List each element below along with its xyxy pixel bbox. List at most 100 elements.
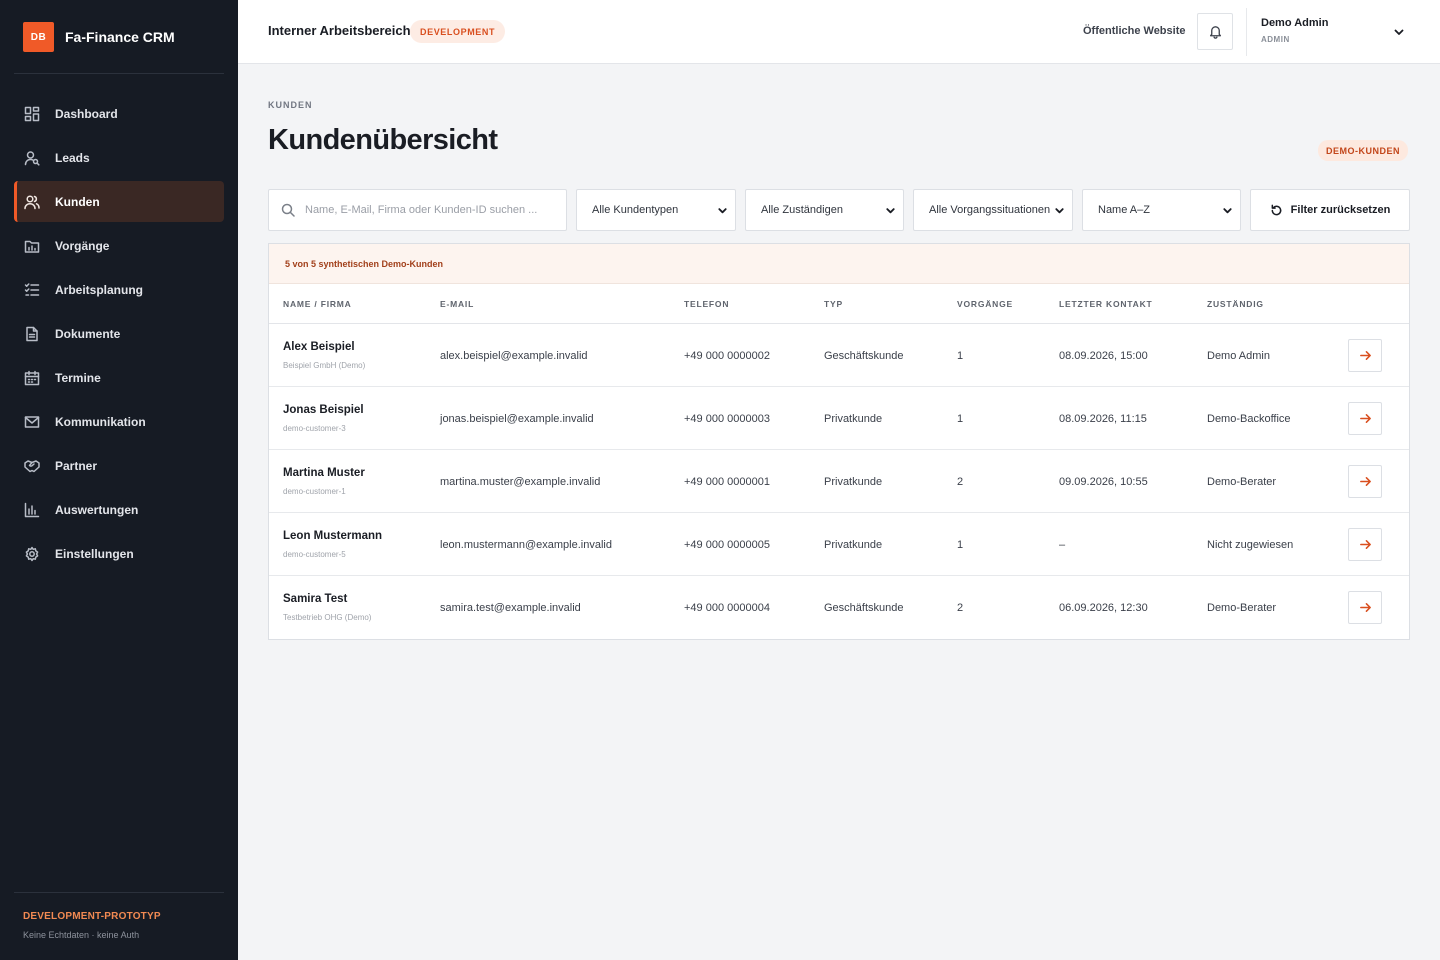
table-row[interactable]: Alex Beispiel Beispiel GmbH (Demo) alex.… [269,324,1409,387]
customers-table: 5 von 5 synthetischen Demo-Kunden NAME /… [268,243,1410,640]
reset-filters-label: Filter zurücksetzen [1290,204,1391,216]
sidebar-item-label: Kommunikation [55,414,146,429]
column-header-owner[interactable]: ZUSTÄNDIG [1207,299,1264,309]
customer-phone: +49 000 0000003 [684,413,770,425]
table-row[interactable]: Martina Muster demo-customer-1 martina.m… [269,450,1409,513]
table-row[interactable]: Samira Test Testbetrieb OHG (Demo) samir… [269,576,1409,639]
customer-type: Geschäftskunde [824,350,904,362]
prototype-label: DEVELOPMENT-PROTOTYP [23,911,161,922]
open-customer-button[interactable] [1348,528,1382,561]
sidebar-item-arbeitsplanung[interactable]: Arbeitsplanung [14,269,224,310]
brand-logo: DB [23,22,54,52]
sidebar-item-label: Dokumente [55,326,121,341]
column-header-phone[interactable]: TELEFON [684,299,729,309]
sidebar-item-label: Auswertungen [55,502,139,517]
search-input[interactable]: Name, E-Mail, Firma oder Kunden-ID suche… [268,189,567,231]
notifications-button[interactable] [1197,13,1233,50]
customer-name: Leon Mustermann [283,530,383,542]
customer-email: alex.beispiel@example.invalid [440,350,588,362]
users-icon [24,194,40,209]
sidebar-item-dokumente[interactable]: Dokumente [14,313,224,354]
user-menu[interactable]: Demo Admin ADMIN [1261,17,1328,44]
sidebar: DB Fa-Finance CRM Dashboard Leads Kunden… [0,0,238,960]
prototype-note: Keine Echtdaten · keine Auth [23,930,140,940]
sidebar-item-einstellungen[interactable]: Einstellungen [14,533,224,574]
customer-last-contact: 08.09.2026, 11:15 [1059,413,1147,425]
column-header-cases[interactable]: VORGÄNGE [957,299,1013,309]
table-row[interactable]: Leon Mustermann demo-customer-5 leon.mus… [269,513,1409,576]
chevron-down-icon [718,207,727,213]
topbar-divider [1246,8,1247,56]
customer-owner: Demo-Backoffice [1207,413,1291,425]
customer-type-value: Alle Kundentypen [592,204,679,216]
chevron-down-icon [886,207,895,213]
customer-type: Privatkunde [824,476,883,488]
arrow-right-icon [1359,476,1371,487]
sidebar-item-partner[interactable]: Partner [14,445,224,486]
user-role: ADMIN [1261,35,1290,44]
sidebar-item-dashboard[interactable]: Dashboard [14,93,224,134]
dashboard-icon [24,106,40,121]
column-header-last-contact[interactable]: LETZTER KONTAKT [1059,299,1153,309]
arrow-right-icon [1359,602,1371,613]
customer-type: Privatkunde [824,413,883,425]
document-icon [26,326,38,341]
case-situation-select[interactable]: Alle Vorgangssituationen [913,189,1073,231]
sidebar-nav: Dashboard Leads Kunden Vorgänge Arbeitsp… [14,93,224,577]
customer-phone: +49 000 0000002 [684,350,770,362]
sidebar-item-label: Leads [55,150,90,165]
customer-company: Testbetrieb OHG (Demo) [283,613,372,622]
sidebar-divider [14,892,224,893]
sidebar-item-label: Einstellungen [55,546,134,561]
customer-owner: Demo-Berater [1207,602,1277,614]
sidebar-item-termine[interactable]: Termine [14,357,224,398]
public-website-link[interactable]: Öffentliche Website [1083,25,1185,37]
reset-icon [1271,204,1282,215]
sidebar-divider [14,73,224,74]
gear-icon [25,546,39,561]
customer-type: Geschäftskunde [824,602,904,614]
sidebar-item-auswertungen[interactable]: Auswertungen [14,489,224,530]
reset-filters-button[interactable]: Filter zurücksetzen [1250,189,1410,231]
customer-email: samira.test@example.invalid [440,602,581,614]
breadcrumb: KUNDEN [268,100,313,110]
bar-chart-icon [24,502,40,517]
customer-phone: +49 000 0000005 [684,539,770,551]
brand[interactable]: DB Fa-Finance CRM [23,22,175,52]
column-header-name[interactable]: NAME / FIRMA [283,299,352,309]
customer-owner: Nicht zugewiesen [1207,539,1294,551]
open-customer-button[interactable] [1348,339,1382,372]
arrow-right-icon [1359,350,1371,361]
sidebar-item-kommunikation[interactable]: Kommunikation [14,401,224,442]
open-customer-button[interactable] [1348,591,1382,624]
folder-chart-icon [24,240,40,253]
bell-icon [1209,26,1221,39]
open-customer-button[interactable] [1348,465,1382,498]
owner-select[interactable]: Alle Zuständigen [745,189,904,231]
checklist-icon [24,282,40,296]
sidebar-item-kunden[interactable]: Kunden [14,181,224,222]
search-icon [281,203,295,217]
sort-value: Name A–Z [1098,204,1150,216]
sidebar-item-vorgaenge[interactable]: Vorgänge [14,225,224,266]
table-header: NAME / FIRMA E-MAIL TELEFON TYP VORGÄNGE… [269,284,1409,324]
table-row[interactable]: Jonas Beispiel demo-customer-3 jonas.bei… [269,387,1409,450]
open-customer-button[interactable] [1348,402,1382,435]
customer-type-select[interactable]: Alle Kundentypen [576,189,736,231]
sidebar-item-leads[interactable]: Leads [14,137,224,178]
customer-id: demo-customer-5 [283,550,346,559]
sidebar-item-label: Partner [55,458,98,473]
result-count: 5 von 5 synthetischen Demo-Kunden [269,244,1409,284]
customer-id: demo-customer-3 [283,424,346,433]
arrow-right-icon [1359,413,1371,424]
customer-name: Alex Beispiel [283,341,355,353]
sort-select[interactable]: Name A–Z [1082,189,1241,231]
sidebar-item-label: Dashboard [55,106,118,121]
customer-phone: +49 000 0000001 [684,476,770,488]
sidebar-item-label: Arbeitsplanung [55,282,144,297]
chevron-down-icon[interactable] [1393,26,1405,38]
customer-cases: 1 [957,413,964,425]
column-header-email[interactable]: E-MAIL [440,299,474,309]
customer-last-contact: – [1059,539,1066,551]
column-header-type[interactable]: TYP [824,299,843,309]
